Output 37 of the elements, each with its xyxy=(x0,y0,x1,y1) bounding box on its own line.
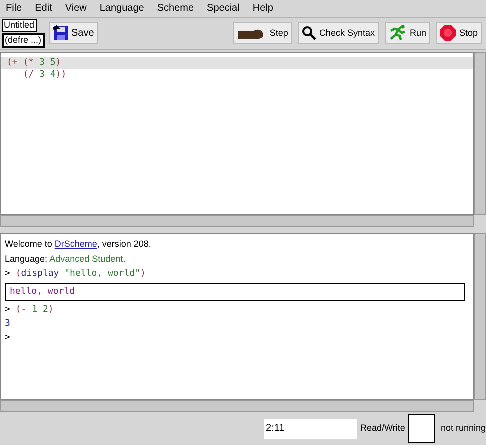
interactions-panel[interactable]: Welcome to DrScheme, version 208. Language: Advanced Student. > (display "hello, world") hello, world > (- 1 2) 3 > xyxy=(0,232,474,400)
result-text: 3 xyxy=(5,318,12,330)
welcome-text: Welcome to DrScheme, version 208. xyxy=(5,238,152,251)
vertical-scrollbar[interactable] xyxy=(474,232,486,400)
step-button[interactable]: Step xyxy=(232,22,292,44)
menu-item[interactable]: File xyxy=(6,0,22,16)
menu-item[interactable]: Special xyxy=(207,0,240,16)
mode-label: Read/Write xyxy=(360,422,406,435)
code-line: (/ 3 4)) xyxy=(22,70,67,80)
menu-item[interactable]: Scheme xyxy=(157,0,194,16)
menu-item[interactable]: Language xyxy=(100,0,144,16)
running-status: not running xyxy=(440,422,486,435)
input-line: > (- 1 2) xyxy=(5,304,55,316)
menu-item[interactable]: View xyxy=(65,0,87,16)
vertical-scrollbar[interactable] xyxy=(474,52,486,216)
drscheme-link[interactable]: DrScheme xyxy=(54,238,98,249)
output-box: hello, world xyxy=(5,282,465,301)
input-line: > (display "hello, world") xyxy=(5,268,147,280)
stop-sign-icon xyxy=(440,25,456,42)
stop-button[interactable]: Stop xyxy=(436,22,482,44)
running-indicator xyxy=(408,414,435,444)
check-syntax-button[interactable]: Check Syntax xyxy=(298,22,379,44)
file-name-button[interactable]: Untitled xyxy=(2,18,37,32)
horizontal-scrollbar[interactable] xyxy=(0,215,474,227)
position-field: 2:11 xyxy=(264,418,357,439)
welcome-text: Language: Advanced Student. xyxy=(5,252,127,266)
definitions-menu-button[interactable]: (defre ...) xyxy=(2,32,45,48)
save-button[interactable]: Save xyxy=(48,22,98,44)
search-icon xyxy=(302,26,316,40)
code-line: (+ (* 3 5) xyxy=(7,58,62,68)
run-button[interactable]: Run xyxy=(384,22,430,44)
running-figure-icon xyxy=(388,25,407,42)
definitions-editor[interactable]: (+ (* 3 5) (/ 3 4)) xyxy=(0,52,474,216)
menu-item[interactable]: Edit xyxy=(35,0,52,16)
input-line: > xyxy=(5,332,12,344)
horizontal-scrollbar[interactable] xyxy=(0,400,474,412)
menu-item[interactable]: Help xyxy=(252,0,274,16)
